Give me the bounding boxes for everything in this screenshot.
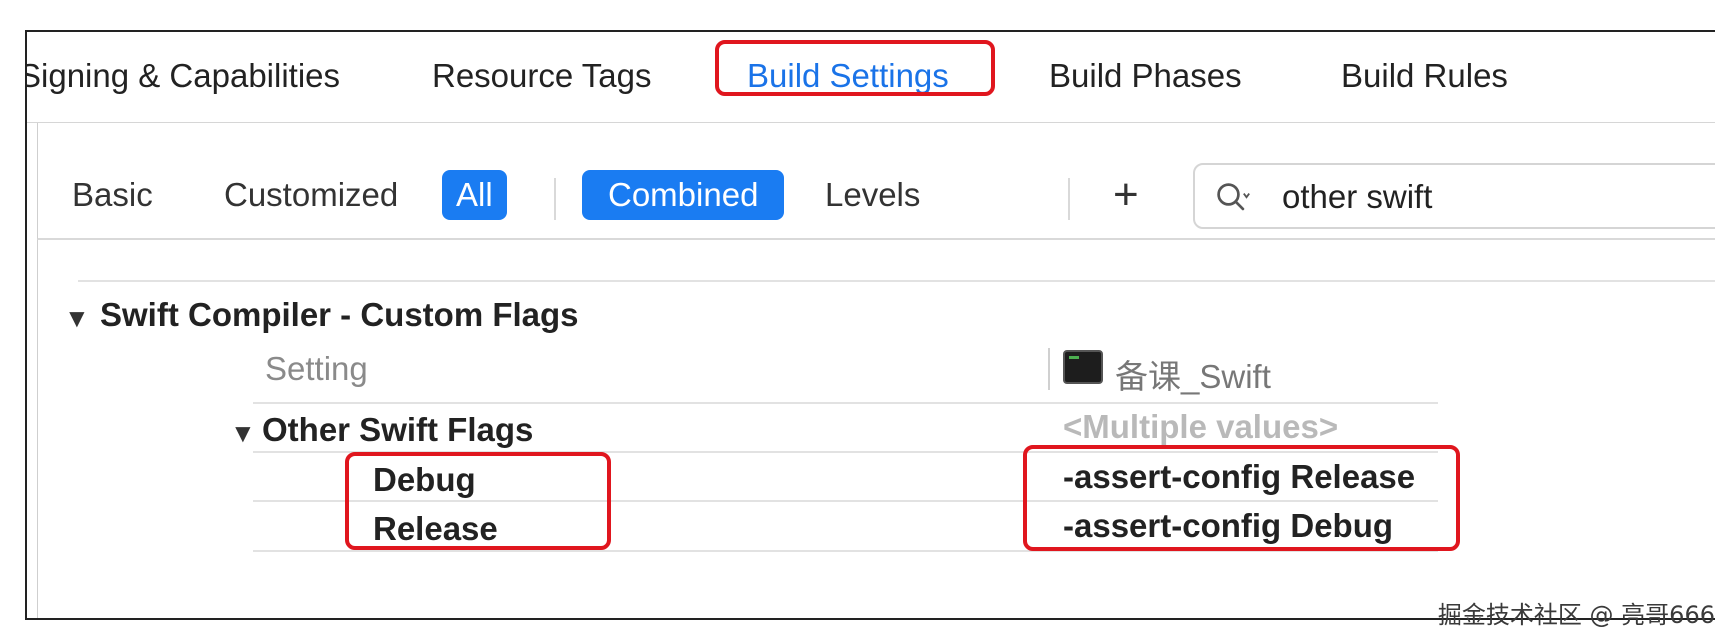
search-field[interactable] [1193, 163, 1715, 229]
divider [253, 550, 1438, 552]
setting-column-header: Setting [265, 350, 368, 387]
filter-all-button[interactable]: All [442, 170, 507, 220]
divider [253, 500, 1438, 502]
editor-tab-bar: Signing & Capabilities Resource Tags Bui… [27, 32, 1715, 123]
settings-filter-bar: Basic Customized All Combined Levels + [37, 123, 1715, 240]
target-column-header: 备课_Swift [1115, 358, 1271, 395]
setting-name-other-swift-flags[interactable]: Other Swift Flags [262, 411, 533, 449]
config-label-debug[interactable]: Debug [373, 461, 476, 499]
divider [253, 402, 1438, 404]
config-value-release[interactable]: -assert-config Debug [1063, 507, 1393, 545]
filter-customized-button[interactable]: Customized [210, 170, 412, 220]
settings-content: ▼ Swift Compiler - Custom Flags Setting … [37, 240, 1715, 618]
tab-build-settings[interactable]: Build Settings [747, 46, 949, 106]
tab-resource-tags[interactable]: Resource Tags [432, 46, 652, 106]
search-input[interactable] [1280, 171, 1715, 223]
config-label-release[interactable]: Release [373, 510, 498, 548]
filter-levels-button[interactable]: Levels [811, 170, 934, 220]
xcode-build-settings-panel: Signing & Capabilities Resource Tags Bui… [25, 30, 1715, 620]
column-separator [1048, 348, 1050, 390]
add-setting-button[interactable]: + [1113, 173, 1139, 217]
search-icon [1217, 183, 1250, 211]
tab-signing-capabilities[interactable]: Signing & Capabilities [27, 46, 340, 106]
tab-build-rules[interactable]: Build Rules [1341, 46, 1508, 106]
setting-value-multiple[interactable]: <Multiple values> [1063, 408, 1338, 446]
divider [253, 451, 1438, 453]
disclosure-triangle-icon[interactable]: ▼ [230, 418, 256, 449]
filter-combined-button[interactable]: Combined [582, 170, 785, 220]
tab-build-phases[interactable]: Build Phases [1049, 46, 1242, 106]
section-title: Swift Compiler - Custom Flags [100, 296, 579, 333]
filter-separator [554, 178, 556, 220]
filter-separator [1068, 178, 1070, 220]
divider [78, 280, 1715, 282]
terminal-target-icon [1063, 350, 1103, 384]
config-value-debug[interactable]: -assert-config Release [1063, 458, 1415, 496]
disclosure-triangle-icon[interactable]: ▼ [64, 303, 90, 334]
filter-basic-button[interactable]: Basic [58, 170, 167, 220]
watermark-text: 掘金技术社区 @ 亮哥666 [1437, 601, 1715, 629]
